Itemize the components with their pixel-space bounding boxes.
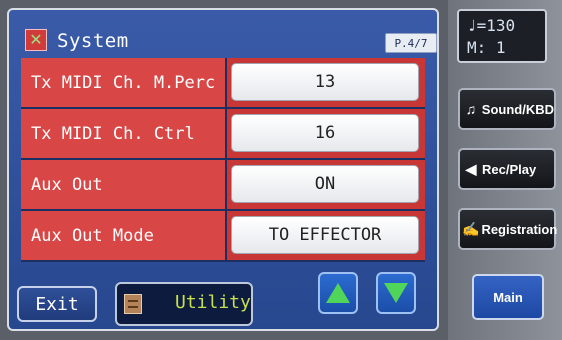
- tempo-display: ♩=130 M: 1: [457, 9, 547, 63]
- utility-icon: [124, 294, 142, 314]
- title-bar: ✕ System P.4/7: [13, 14, 437, 56]
- speaker-icon: ◀: [465, 160, 477, 177]
- scroll-down-button[interactable]: [376, 272, 416, 314]
- arrow-down-icon: [384, 283, 408, 303]
- scroll-up-button[interactable]: [318, 272, 358, 314]
- utility-button[interactable]: Utility: [115, 282, 253, 326]
- registration-button[interactable]: ✍ Registration: [458, 208, 558, 250]
- setting-value-button[interactable]: TO EFFECTOR: [231, 216, 419, 254]
- registration-icon: ✍: [462, 220, 480, 237]
- rec-play-button[interactable]: ◀ Rec/Play: [458, 148, 556, 190]
- settings-table: Tx MIDI Ch. M.Perc 13 Tx MIDI Ch. Ctrl 1…: [21, 58, 425, 262]
- setting-label: Aux Out Mode: [21, 211, 225, 260]
- registration-label: Registration: [481, 221, 558, 237]
- value-cell: ON: [227, 160, 425, 209]
- value-cell: 13: [227, 58, 425, 107]
- sound-kbd-button[interactable]: ♫ Sound/KBD: [458, 88, 556, 130]
- tempo-value: ♩=130: [467, 16, 516, 35]
- page-title: System: [57, 30, 129, 52]
- setting-label: Aux Out: [21, 160, 225, 209]
- setting-label: Tx MIDI Ch. Ctrl: [21, 109, 225, 158]
- utility-label: Utility: [175, 292, 251, 313]
- settings-row: Aux Out ON: [21, 160, 425, 209]
- tools-icon: ✕: [25, 29, 47, 51]
- setting-value-button[interactable]: ON: [231, 165, 419, 203]
- sound-kbd-label: Sound/KBD: [481, 101, 554, 117]
- arrow-up-icon: [326, 283, 350, 303]
- setting-label: Tx MIDI Ch. M.Perc: [21, 58, 225, 107]
- exit-button[interactable]: Exit: [17, 286, 97, 322]
- settings-row: Aux Out Mode TO EFFECTOR: [21, 211, 425, 260]
- setting-value-button[interactable]: 16: [231, 114, 419, 152]
- measure-value: M: 1: [467, 38, 506, 57]
- rec-play-label: Rec/Play: [482, 161, 537, 177]
- screen: ✕ System P.4/7 Tx MIDI Ch. M.Perc 13 Tx …: [0, 0, 562, 340]
- settings-row: Tx MIDI Ch. M.Perc 13: [21, 58, 425, 107]
- value-cell: 16: [227, 109, 425, 158]
- page-indicator: P.4/7: [385, 33, 437, 53]
- value-cell: TO EFFECTOR: [227, 211, 425, 260]
- settings-row: Tx MIDI Ch. Ctrl 16: [21, 109, 425, 158]
- main-button[interactable]: Main: [472, 274, 544, 320]
- setting-value-button[interactable]: 13: [231, 63, 419, 101]
- music-note-icon: ♫: [465, 101, 477, 117]
